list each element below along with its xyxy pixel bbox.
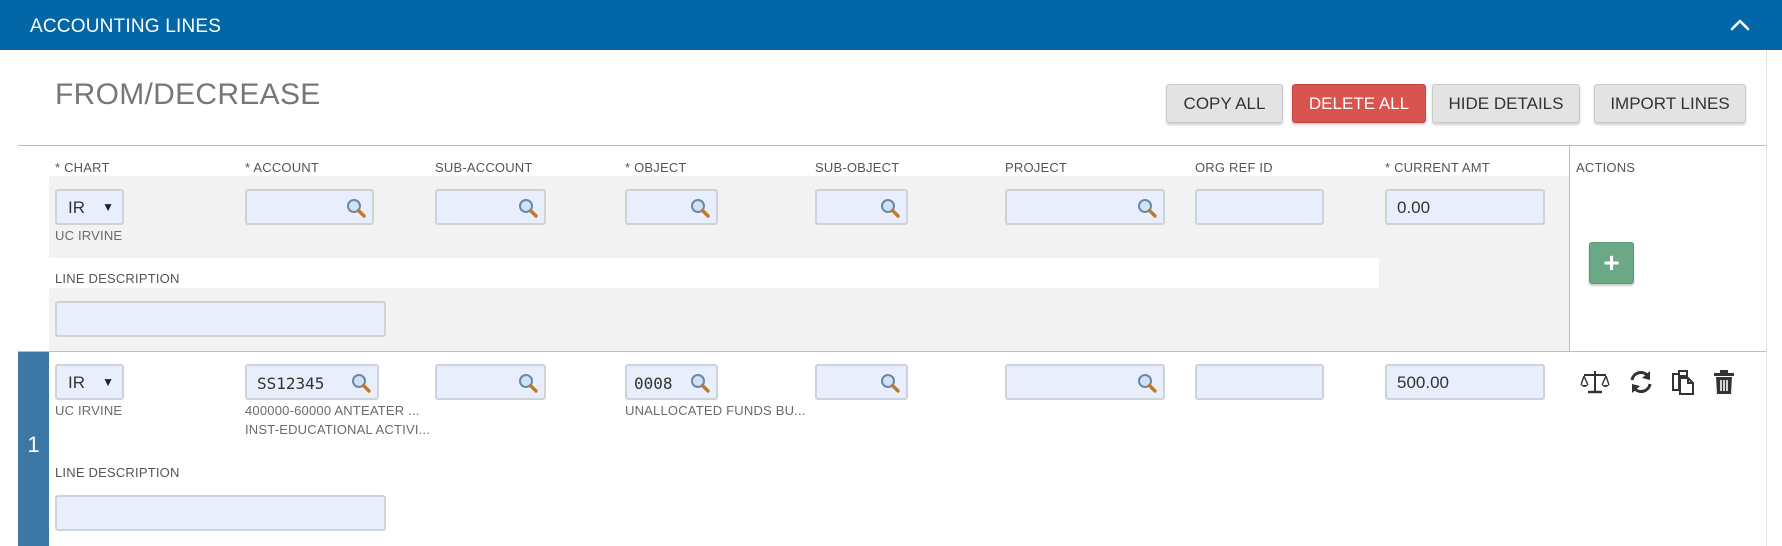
chevron-up-icon[interactable] xyxy=(1727,12,1753,38)
new-chart-name: UC IRVINE xyxy=(55,228,123,243)
hide-details-button[interactable]: HIDE DETAILS xyxy=(1432,84,1580,123)
search-icon[interactable] xyxy=(688,371,712,395)
line-chart-select[interactable]: IR ▼ xyxy=(55,364,124,400)
header-title: ACCOUNTING LINES xyxy=(30,16,222,37)
column-header-account: * ACCOUNT xyxy=(245,160,320,175)
line-description-label: LINE DESCRIPTION xyxy=(55,465,180,480)
new-chart-select[interactable]: IR ▼ xyxy=(55,189,124,225)
delete-all-button[interactable]: DELETE ALL xyxy=(1292,84,1426,123)
caret-down-icon: ▼ xyxy=(102,200,114,214)
new-sub-object-input[interactable] xyxy=(815,189,908,225)
new-object-input[interactable] xyxy=(625,189,718,225)
new-sub-account-input[interactable] xyxy=(435,189,546,225)
caret-down-icon: ▼ xyxy=(102,375,114,389)
line-account-description: INST-EDUCATIONAL ACTIVI... xyxy=(245,422,431,437)
new-project-input[interactable] xyxy=(1005,189,1165,225)
new-line-description-label: LINE DESCRIPTION xyxy=(55,271,180,286)
search-icon[interactable] xyxy=(688,196,712,220)
line-project-input[interactable] xyxy=(1005,364,1165,400)
line-chart-name: UC IRVINE xyxy=(55,403,123,418)
table-top-border xyxy=(18,145,1766,146)
line-number-bar: 1 xyxy=(18,352,49,546)
plus-icon: + xyxy=(1603,247,1620,278)
new-line-description-input[interactable] xyxy=(55,301,386,337)
line-sub-object-input[interactable] xyxy=(815,364,908,400)
search-icon[interactable] xyxy=(878,371,902,395)
new-line-fields-bg xyxy=(1379,258,1569,288)
refresh-icon[interactable] xyxy=(1628,368,1654,396)
search-icon[interactable] xyxy=(1135,371,1159,395)
column-header-sub-object: SUB-OBJECT xyxy=(815,160,900,175)
balance-icon[interactable] xyxy=(1580,368,1610,396)
search-icon[interactable] xyxy=(878,196,902,220)
new-account-input[interactable] xyxy=(245,189,374,225)
description-label-strip xyxy=(49,258,1379,288)
search-icon[interactable] xyxy=(1135,196,1159,220)
column-header-object: * OBJECT xyxy=(625,160,687,175)
column-header-org-ref-id: ORG REF ID xyxy=(1195,160,1273,175)
chart-value: IR xyxy=(68,373,85,392)
line-current-amt-input[interactable]: 500.00 xyxy=(1385,364,1545,400)
line-org-ref-id-input[interactable] xyxy=(1195,364,1324,400)
line-account-description: 400000-60000 ANTEATER ... xyxy=(245,403,420,418)
search-icon[interactable] xyxy=(516,371,540,395)
line-number: 1 xyxy=(27,432,40,457)
search-icon[interactable] xyxy=(349,371,373,395)
line-object-description: UNALLOCATED FUNDS BU... xyxy=(625,403,806,418)
column-header-sub-account: SUB-ACCOUNT xyxy=(435,160,533,175)
search-icon[interactable] xyxy=(344,196,368,220)
panel-edge xyxy=(1766,50,1782,546)
new-org-ref-id-input[interactable] xyxy=(1195,189,1324,225)
chart-value: IR xyxy=(68,198,85,217)
accounting-lines-header[interactable]: ACCOUNTING LINES xyxy=(0,0,1782,50)
column-header-project: PROJECT xyxy=(1005,160,1068,175)
search-icon[interactable] xyxy=(516,196,540,220)
column-header-chart: * CHART xyxy=(55,160,110,175)
import-lines-button[interactable]: IMPORT LINES xyxy=(1594,84,1746,123)
trash-icon[interactable] xyxy=(1713,368,1735,396)
line-sub-account-input[interactable] xyxy=(435,364,546,400)
row-divider xyxy=(18,351,1766,352)
section-title: FROM/DECREASE xyxy=(55,78,321,111)
line-object-input[interactable]: 0008 xyxy=(625,364,718,400)
add-line-button[interactable]: + xyxy=(1589,242,1634,284)
copy-icon[interactable] xyxy=(1670,368,1696,396)
copy-all-button[interactable]: COPY ALL xyxy=(1166,84,1283,123)
column-header-actions: ACTIONS xyxy=(1576,160,1636,175)
line-account-input[interactable]: SS12345 xyxy=(245,364,379,400)
line-description-input[interactable] xyxy=(55,495,386,531)
column-header-current-amt: * CURRENT AMT xyxy=(1385,160,1490,175)
actions-divider xyxy=(1569,145,1570,351)
new-current-amt-input[interactable]: 0.00 xyxy=(1385,189,1545,225)
